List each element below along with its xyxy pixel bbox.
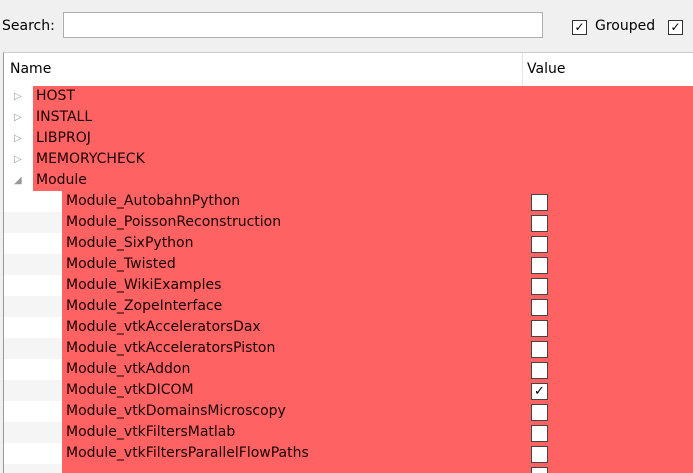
row-indent (4, 401, 64, 422)
table-row[interactable]: Module_PoissonReconstruction (4, 212, 693, 233)
grouped-checkbox[interactable]: ✓ (572, 20, 587, 35)
entry-name: Module_vtkAcceleratorsPiston (66, 340, 276, 356)
row-indent (4, 338, 64, 359)
value-checkbox[interactable] (531, 362, 548, 379)
value-checkbox[interactable] (531, 341, 548, 358)
row-indent (4, 233, 64, 254)
search-input[interactable] (63, 12, 543, 38)
value-checkbox[interactable] (531, 404, 548, 421)
row-highlight (62, 464, 693, 473)
row-indent (4, 254, 64, 275)
row-indent (4, 380, 64, 401)
column-header-value[interactable]: Value (527, 53, 693, 86)
group-label: Module (36, 172, 87, 188)
row-indent (4, 317, 64, 338)
entry-name: Module_AutobahnPython (66, 193, 241, 209)
table-row[interactable]: Module_AutobahnPython (4, 191, 693, 212)
value-checkbox[interactable] (531, 236, 548, 253)
row-indent (4, 275, 64, 296)
header-divider (522, 53, 523, 86)
row-indent (4, 359, 64, 380)
entry-name: Module_vtkAcceleratorsDax (66, 319, 261, 335)
entry-name: Module_ZopeInterface (66, 298, 223, 314)
value-checkbox[interactable] (531, 446, 548, 463)
value-checkbox[interactable]: ✓ (531, 383, 548, 400)
value-checkbox[interactable] (531, 425, 548, 442)
table-row[interactable]: Module_vtkAcceleratorsDax (4, 317, 693, 338)
entry-name: Module_WikiExamples (66, 277, 222, 293)
value-checkbox[interactable] (531, 320, 548, 337)
table-row[interactable]: Module_vtkDICOM ✓ (4, 380, 693, 401)
group-row[interactable]: ▷ LIBPROJ (4, 128, 693, 149)
table-row[interactable]: Module_vtkFiltersMatlab (4, 422, 693, 443)
group-row[interactable]: ▷ HOST (4, 86, 693, 107)
entry-name: Module_vtkDomainsMicroscopy (66, 403, 286, 419)
collapsed-arrow-icon[interactable]: ▷ (14, 86, 22, 107)
group-row[interactable]: ◢ Module (4, 170, 693, 191)
entry-name: Module_vtkDICOM (66, 382, 194, 398)
row-indent (4, 422, 64, 443)
row-indent (4, 443, 64, 464)
group-label: MEMORYCHECK (36, 151, 145, 167)
entry-name: Module_PoissonReconstruction (66, 214, 282, 230)
table-row[interactable]: Module_SixPython (4, 233, 693, 254)
value-checkbox[interactable] (531, 215, 548, 232)
group-label: HOST (36, 88, 75, 104)
check-icon: ✓ (574, 20, 585, 34)
check-icon: ✓ (534, 384, 545, 399)
expanded-arrow-icon[interactable]: ◢ (14, 170, 22, 191)
entry-name: Module_vtkFiltersMatlab (66, 424, 236, 440)
table-row[interactable]: Module_vtkAddon (4, 359, 693, 380)
check-icon: ✓ (670, 20, 681, 34)
table-row[interactable]: Module_Twisted (4, 254, 693, 275)
table-row[interactable]: Module_ZopeInterface (4, 296, 693, 317)
advanced-checkbox[interactable]: ✓ (668, 20, 683, 35)
row-highlight (33, 107, 693, 128)
group-row[interactable]: ▷ MEMORYCHECK (4, 149, 693, 170)
entry-name: Module_Twisted (66, 256, 176, 272)
group-row[interactable]: ▷ INSTALL (4, 107, 693, 128)
row-highlight (33, 170, 693, 191)
row-indent (4, 212, 64, 233)
table-row-partial[interactable] (4, 464, 693, 473)
cache-tree[interactable]: Name Value ▷ HOST ▷ INSTALL ▷ LIBPROJ ▷ MEMORYC… (3, 52, 693, 473)
entry-name: Module_vtkFiltersParallelFlowPaths (66, 445, 309, 461)
entry-name: Module_vtkAddon (66, 361, 191, 377)
value-checkbox[interactable] (531, 299, 548, 316)
collapsed-arrow-icon[interactable]: ▷ (14, 128, 22, 149)
collapsed-arrow-icon[interactable]: ▷ (14, 149, 22, 170)
row-indent (4, 296, 64, 317)
group-label: INSTALL (36, 109, 93, 125)
grouped-label: Grouped (595, 18, 656, 34)
row-highlight (33, 86, 693, 107)
entry-name: Module_SixPython (66, 235, 194, 251)
table-row[interactable]: Module_WikiExamples (4, 275, 693, 296)
value-checkbox[interactable] (531, 278, 548, 295)
table-row[interactable]: Module_vtkFiltersParallelFlowPaths (4, 443, 693, 464)
row-indent (4, 464, 64, 473)
table-row[interactable]: Module_vtkAcceleratorsPiston (4, 338, 693, 359)
row-highlight (33, 128, 693, 149)
column-header-name[interactable]: Name (10, 53, 520, 86)
table-row[interactable]: Module_vtkDomainsMicroscopy (4, 401, 693, 422)
collapsed-arrow-icon[interactable]: ▷ (14, 107, 22, 128)
group-label: LIBPROJ (36, 130, 91, 146)
value-checkbox[interactable] (531, 257, 548, 274)
row-indent (4, 191, 64, 212)
search-label: Search: (2, 18, 55, 34)
value-checkbox[interactable] (531, 194, 548, 211)
